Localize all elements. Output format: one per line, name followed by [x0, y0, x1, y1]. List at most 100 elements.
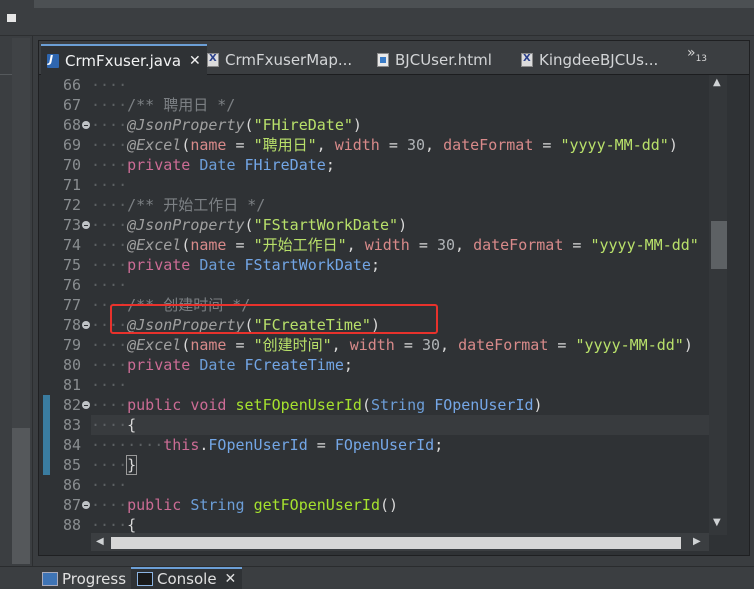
brace: { [127, 416, 137, 434]
keyword: public [127, 396, 182, 414]
line-number: 78 [62, 316, 81, 334]
string-literal: "yyyy-MM-dd" [590, 236, 699, 254]
annotation: @Excel [127, 336, 182, 354]
line-number: 76 [62, 276, 81, 294]
line-number: 75 [62, 256, 81, 274]
field-name: FOpenUserId [208, 436, 308, 454]
toolbar-segment [502, 0, 754, 8]
attribute-name: width [349, 336, 395, 354]
editor-tab-bar: CrmFxuser.java ✕ CrmFxuserMap... BJCUser… [39, 41, 749, 76]
tab-label: KingdeeBJCUs... [539, 51, 659, 69]
tab-label: CrmFxuserMap... [225, 51, 353, 69]
toolbar-segment [34, 0, 251, 8]
scroll-down-icon[interactable]: ▼ [713, 517, 721, 528]
xml-file-icon [521, 53, 533, 67]
fold-icon[interactable] [82, 401, 90, 409]
line-number: 80 [62, 356, 81, 374]
string-literal: "yyyy-MM-dd" [575, 336, 684, 354]
close-tab-icon[interactable]: ✕ [189, 53, 201, 69]
code-comment: /** 开始工作日 */ [127, 196, 266, 214]
scroll-up-icon[interactable]: ▲ [713, 77, 721, 88]
progress-icon [42, 572, 58, 586]
restore-view-icon[interactable] [7, 14, 16, 22]
keyword: void [190, 396, 227, 414]
fold-icon[interactable] [82, 501, 90, 509]
brace: { [127, 516, 137, 534]
attribute-name: name [190, 236, 227, 254]
attribute-name: dateFormat [473, 236, 564, 254]
line-number: 86 [62, 476, 81, 494]
annotation: @Excel [127, 236, 182, 254]
keyword: private [127, 256, 191, 274]
type-name: Date [199, 156, 236, 174]
overflow-count: 13 [695, 53, 708, 64]
toolbar-divider [0, 35, 754, 36]
line-number: 79 [62, 336, 81, 354]
line-number: 68 [62, 116, 81, 134]
line-number: 82 [62, 396, 81, 414]
annotation: @JsonProperty [127, 116, 245, 134]
bottom-panel-tabs: Progress Console ✕ [0, 566, 754, 589]
string-literal: "FStartWorkDate" [253, 216, 399, 234]
string-literal: "创建时间" [253, 336, 332, 354]
tab-label: CrmFxuser.java [65, 52, 182, 70]
vertical-scrollbar-thumb[interactable] [711, 221, 727, 269]
line-number: 67 [62, 96, 81, 114]
line-number: 85 [62, 456, 81, 474]
string-literal: "开始工作日" [253, 236, 347, 254]
attribute-name: name [190, 336, 227, 354]
tab-progress[interactable]: Progress [42, 569, 126, 589]
type-name: Date [199, 256, 236, 274]
line-number: 81 [62, 376, 81, 394]
console-icon [137, 572, 153, 586]
attribute-name: name [190, 136, 227, 154]
java-file-icon [47, 53, 59, 68]
tab-label: Progress [62, 570, 127, 588]
line-number: 72 [62, 196, 81, 214]
number-literal: 30 [421, 336, 440, 354]
tab-bjcuser-html[interactable]: BJCUser.html [377, 46, 492, 74]
tab-kingdeebjcus[interactable]: KingdeeBJCUs... [521, 46, 658, 74]
attribute-name: dateFormat [458, 336, 549, 354]
left-scrollbar-thumb[interactable] [12, 428, 30, 564]
toolbar-segment [250, 0, 295, 8]
attribute-name: width [364, 236, 410, 254]
line-number: 73 [62, 216, 81, 234]
parameter-name: FOpenUserId [334, 436, 435, 454]
annotation: @JsonProperty [127, 216, 245, 234]
method-name: getFOpenUserId [253, 496, 380, 514]
fold-icon[interactable] [82, 221, 90, 229]
string-literal: "聘用日" [253, 136, 317, 154]
annotation: @Excel [127, 136, 182, 154]
field-name: FStartWorkDate [244, 256, 371, 274]
type-name: String [190, 496, 245, 514]
keyword: private [127, 156, 191, 174]
line-number: 69 [62, 136, 81, 154]
keyword: public [127, 496, 182, 514]
xml-file-icon [207, 53, 219, 67]
line-number: 66 [62, 76, 81, 94]
tab-crmfxusermap[interactable]: CrmFxuserMap... [207, 46, 352, 74]
fold-icon[interactable] [82, 121, 90, 129]
keyword: private [127, 356, 191, 374]
toolbar-segment [294, 0, 503, 8]
brace: } [126, 455, 138, 475]
top-toolbar [0, 0, 754, 36]
tab-label: Console [157, 570, 217, 588]
line-number: 87 [62, 496, 81, 514]
highlight-box [110, 304, 438, 334]
scroll-left-icon[interactable]: ◀ [96, 536, 104, 547]
close-tab-icon[interactable]: ✕ [225, 571, 237, 587]
fold-icon[interactable] [82, 321, 90, 329]
horizontal-scrollbar-thumb[interactable] [111, 537, 681, 549]
type-name: String [370, 396, 426, 414]
number-literal: 30 [436, 236, 455, 254]
line-number: 83 [62, 416, 81, 434]
line-number: 77 [62, 296, 81, 314]
scroll-right-icon[interactable]: ▶ [693, 536, 701, 547]
parameter-name: FOpenUserId [434, 396, 534, 414]
vertical-scrollbar[interactable]: ▲ ▼ [709, 75, 727, 535]
line-number: 70 [62, 156, 81, 174]
tab-crmfxuser-java[interactable]: CrmFxuser.java ✕ [41, 44, 207, 76]
tab-overflow-button[interactable]: »13 [687, 45, 707, 64]
